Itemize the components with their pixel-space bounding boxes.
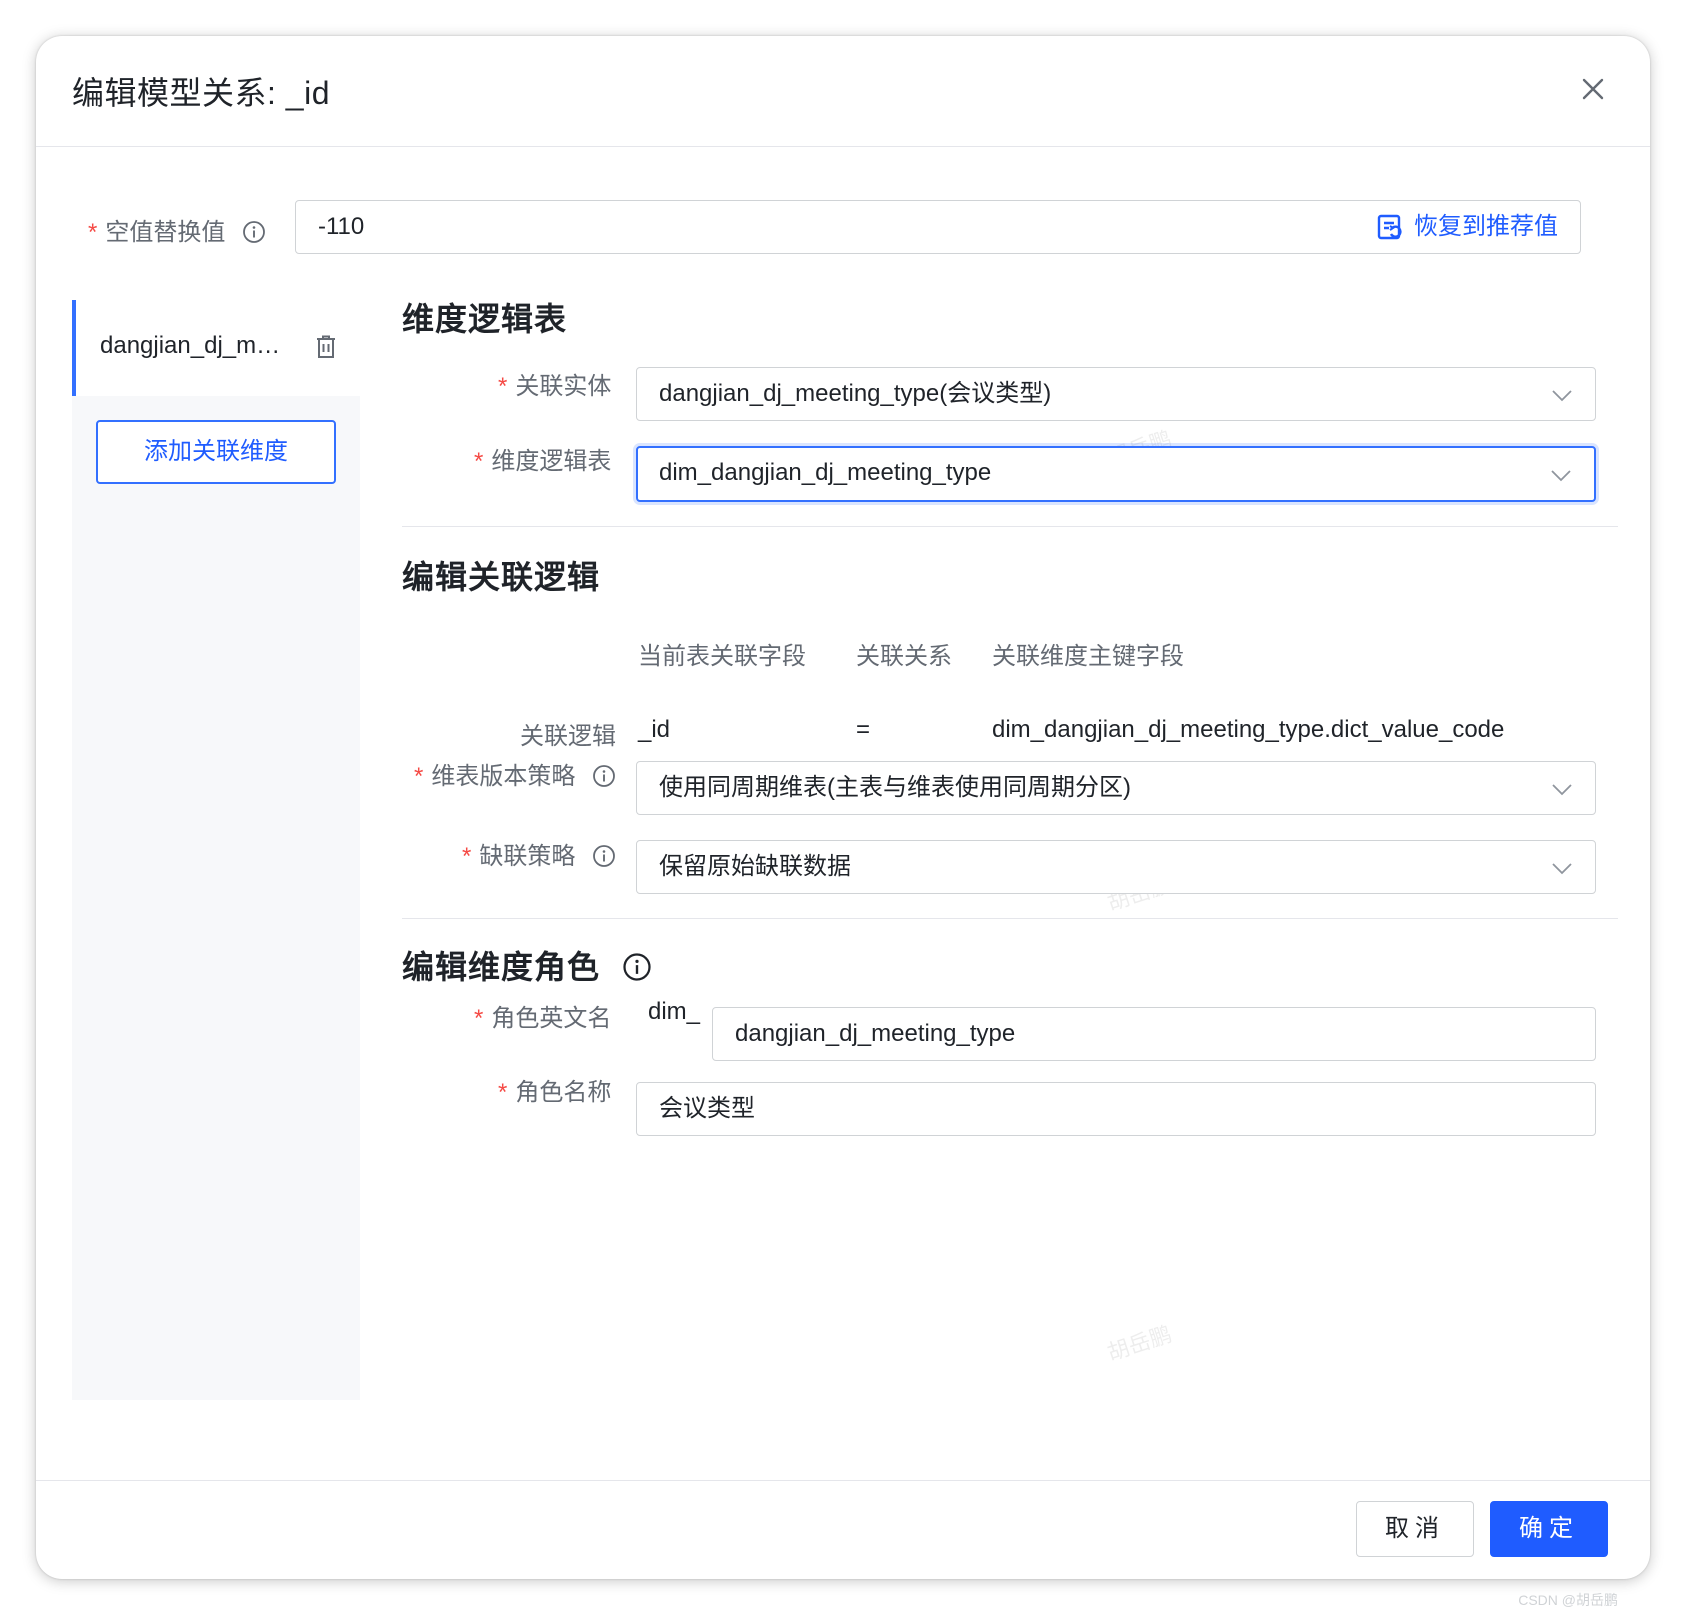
chevron-down-icon — [1552, 390, 1572, 402]
cancel-button[interactable]: 取消 — [1356, 1501, 1474, 1557]
dim-table-select[interactable]: dim_dangjian_dj_meeting_type — [636, 446, 1596, 502]
close-icon — [1582, 78, 1604, 100]
chevron-down-icon — [1552, 863, 1572, 875]
required-mark: * — [498, 1079, 508, 1106]
role-section-title: 编辑维度角色 — [402, 942, 652, 988]
chevron-down-icon — [1552, 784, 1572, 796]
dim-key-value: dim_dangjian_dj_meeting_type.dict_value_… — [992, 716, 1505, 743]
version-strategy-label: * 维表版本策略 — [414, 756, 616, 791]
sidebar-item-dimension[interactable]: dangjian_dj_m… — [72, 300, 360, 396]
info-icon[interactable] — [622, 952, 652, 982]
sidebar-item-label: dangjian_dj_m… — [100, 332, 281, 359]
section-divider — [402, 526, 1618, 527]
missing-strategy-label: * 缺联策略 — [462, 836, 616, 871]
required-mark: * — [474, 448, 484, 475]
dialog-footer: 取消 确定 — [36, 1480, 1650, 1579]
required-mark: * — [474, 1005, 484, 1032]
confirm-button[interactable]: 确定 — [1490, 1501, 1608, 1557]
watermark: 胡岳鹏 — [1104, 1321, 1175, 1366]
role-name-label: * 角色名称 — [498, 1079, 612, 1106]
restore-icon — [1377, 214, 1402, 240]
role-en-name-input[interactable]: dangjian_dj_meeting_type — [712, 1007, 1596, 1061]
null-replace-label: * 空值替换值 — [88, 212, 266, 247]
current-field-value: _id — [638, 716, 671, 743]
dim-table-section-title: 维度逻辑表 — [402, 301, 568, 337]
restore-default-button[interactable]: 恢复到推荐值 — [1376, 201, 1558, 253]
role-name-input[interactable]: 会议类型 — [636, 1082, 1596, 1136]
dialog-title: 编辑模型关系: _id — [72, 75, 330, 111]
logic-section-title: 编辑关联逻辑 — [402, 559, 601, 595]
relation-value: = — [856, 716, 871, 743]
trash-icon[interactable] — [314, 334, 338, 360]
dim-table-label: * 维度逻辑表 — [474, 448, 612, 475]
section-divider — [402, 918, 1618, 919]
required-mark: * — [498, 373, 508, 400]
role-en-name-label: * 角色英文名 — [474, 1005, 612, 1032]
info-icon[interactable] — [592, 844, 616, 868]
required-mark: * — [462, 843, 472, 870]
close-button[interactable] — [1576, 72, 1610, 106]
version-strategy-select[interactable]: 使用同周期维表(主表与维表使用同周期分区) — [636, 761, 1596, 815]
info-icon[interactable] — [242, 220, 266, 244]
edit-relation-dialog: 胡岳鹏 胡岳鹏 胡岳鹏 胡岳鹏 胡岳鹏 编辑模型关系: _id *空值替换值 -… — [36, 36, 1650, 1579]
dialog-header: 编辑模型关系: _id — [36, 36, 1650, 147]
dimension-sidebar: dangjian_dj_m… 添加关联维度 — [72, 300, 360, 1400]
missing-strategy-select[interactable]: 保留原始缺联数据 — [636, 840, 1596, 894]
required-mark: * — [88, 219, 98, 246]
add-dimension-button[interactable]: 添加关联维度 — [96, 420, 336, 484]
col-head-current-field: 当前表关联字段 — [638, 643, 806, 670]
col-head-relation: 关联关系 — [856, 643, 952, 670]
info-icon[interactable] — [592, 764, 616, 788]
entity-select[interactable]: dangjian_dj_meeting_type(会议类型) — [636, 367, 1596, 421]
credit-watermark: CSDN @胡岳鹏 — [1518, 1592, 1618, 1608]
entity-label: * 关联实体 — [498, 373, 612, 400]
chevron-down-icon — [1551, 470, 1571, 482]
required-mark: * — [414, 763, 424, 790]
role-en-prefix: dim_ — [648, 998, 701, 1025]
null-replace-input[interactable]: -110 恢复到推荐值 — [295, 200, 1581, 254]
col-head-dim-key: 关联维度主键字段 — [992, 643, 1184, 670]
logic-label: 关联逻辑 — [520, 723, 616, 750]
